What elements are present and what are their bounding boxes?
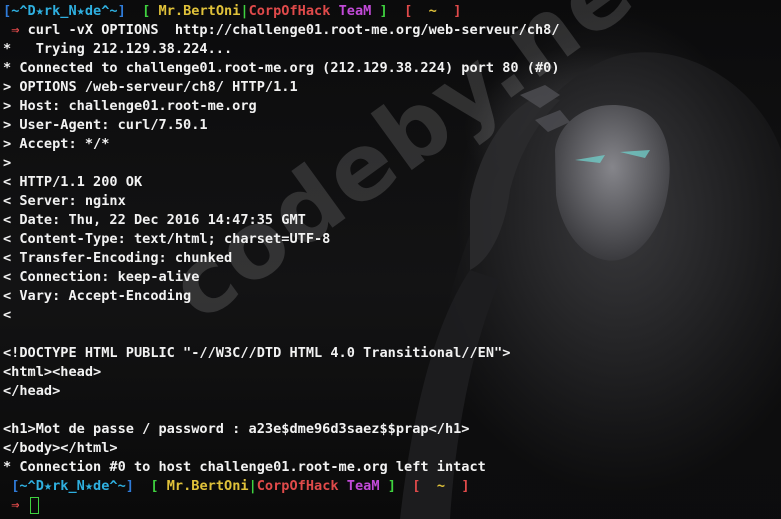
command-output: * Trying 212.129.38.224... * Connected t… (3, 40, 781, 477)
output-line: <h1>Mot de passe / password : a23e$dme96… (3, 421, 470, 437)
prompt-line-2: [~^D★rk_N★de^~] [ Mr.BertOni|CorpOfHack … (3, 477, 781, 496)
output-line: <html><head> (3, 364, 102, 380)
output-line: < (3, 307, 12, 323)
prompt-org-pipe: | (240, 3, 249, 19)
output-line: > User-Agent: curl/7.50.1 (3, 117, 208, 133)
output-line: </head> (3, 383, 61, 399)
prompt-sep-close: ] (379, 3, 388, 19)
prompt-close-bracket: ] (125, 478, 134, 494)
prompt-org-team: CorpOfHack (248, 3, 331, 19)
prompt-org-suffix: TeaM (346, 478, 380, 494)
prompt-org-name: Mr.BertOni (158, 3, 241, 19)
command-text: curl -vX OPTIONS http://challenge01.root… (27, 22, 560, 38)
prompt-org-team: CorpOfHack (256, 478, 339, 494)
output-line: < Server: nginx (3, 193, 126, 209)
prompt-arrow-icon: ⇒ (11, 22, 20, 38)
output-line: > OPTIONS /web-serveur/ch8/ HTTP/1.1 (3, 79, 298, 95)
output-line: < Vary: Accept-Encoding (3, 288, 192, 304)
prompt-sep-open: [ (150, 478, 159, 494)
prompt-dir-close: ] (453, 3, 462, 19)
prompt-open-bracket: [ (3, 3, 12, 19)
input-line[interactable]: ⇒ (3, 496, 781, 515)
prompt-org-pipe: | (248, 478, 257, 494)
prompt-dir: ~ (436, 478, 446, 494)
prompt-user: ~^D★rk_N★de^~ (11, 3, 118, 19)
command-line: ⇒ curl -vX OPTIONS http://challenge01.ro… (3, 21, 781, 40)
terminal-window[interactable]: [~^D★rk_N★de^~] [ Mr.BertOni|CorpOfHack … (0, 0, 781, 519)
prompt-sep-close: ] (387, 478, 396, 494)
output-line: < Connection: keep-alive (3, 269, 200, 285)
prompt-sep-open: [ (142, 3, 151, 19)
prompt-org-suffix: TeaM (338, 3, 372, 19)
output-line: <!DOCTYPE HTML PUBLIC "-//W3C//DTD HTML … (3, 345, 511, 361)
output-line: < Date: Thu, 22 Dec 2016 14:47:35 GMT (3, 212, 306, 228)
prompt-dir-close: ] (461, 478, 470, 494)
prompt-close-bracket: ] (117, 3, 126, 19)
prompt-org-name: Mr.BertOni (166, 478, 249, 494)
output-line: > Host: challenge01.root-me.org (3, 98, 257, 114)
prompt-dir-open: [ (412, 478, 421, 494)
output-line: > (3, 155, 12, 171)
prompt-arrow-icon: ⇒ (11, 497, 20, 513)
output-line: < HTTP/1.1 200 OK (3, 174, 143, 190)
prompt-user: ~^D★rk_N★de^~ (19, 478, 126, 494)
output-line: * Trying 212.129.38.224... (3, 41, 233, 57)
output-line: </body></html> (3, 440, 118, 456)
output-line: > Accept: */* (3, 136, 110, 152)
prompt-dir-open: [ (404, 3, 413, 19)
prompt-line: [~^D★rk_N★de^~] [ Mr.BertOni|CorpOfHack … (3, 2, 781, 21)
output-line: < Content-Type: text/html; charset=UTF-8 (3, 231, 331, 247)
output-line: * Connected to challenge01.root-me.org (… (3, 60, 560, 76)
text-cursor[interactable] (29, 496, 39, 514)
output-line: * Connection #0 to host challenge01.root… (3, 459, 486, 475)
prompt-dir: ~ (428, 3, 437, 19)
output-line: < Transfer-Encoding: chunked (3, 250, 233, 266)
